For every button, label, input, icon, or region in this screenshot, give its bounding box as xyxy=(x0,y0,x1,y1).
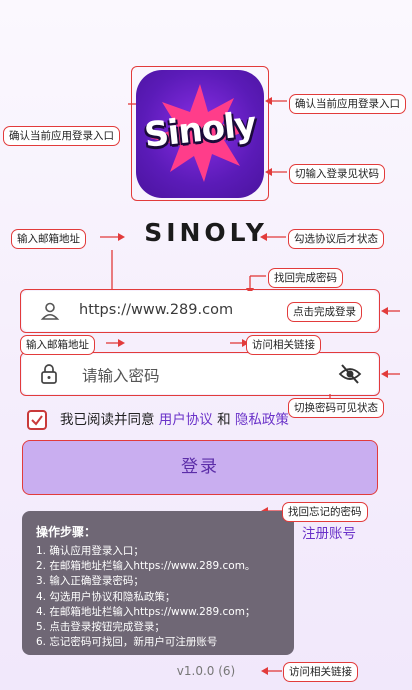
agree-and: 和 xyxy=(217,412,231,428)
privacy-policy-link[interactable]: 隐私政策 xyxy=(235,412,289,428)
annotation-visit-link-bottom: 访问相关链接 xyxy=(283,662,358,682)
password-field-highlight xyxy=(20,352,380,396)
annotation-find-complete-password: 找回完成密码 xyxy=(268,268,343,288)
check-icon xyxy=(31,415,43,426)
annotation-click-complete-login: 点击完成登录 xyxy=(287,302,362,322)
register-link[interactable]: 注册账号 xyxy=(302,522,356,542)
agreement-checkbox[interactable] xyxy=(27,410,47,430)
instruction-step: 1. 确认应用登录入口； xyxy=(36,545,144,557)
instructions-panel: 操作步骤： 1. 确认应用登录入口； 2. 在邮箱地址栏输入https://ww… xyxy=(22,511,294,655)
annotation-find-forgotten-password: 找回忘记的密码 xyxy=(282,502,368,522)
agreement-text: 我已阅读并同意 用户协议 和 隐私政策 xyxy=(60,408,289,428)
agree-prefix: 我已阅读并同意 xyxy=(60,412,155,428)
user-agreement-link[interactable]: 用户协议 xyxy=(159,412,213,428)
instructions-title: 操作步骤： xyxy=(36,525,97,539)
login-button[interactable]: 登录 xyxy=(22,440,378,495)
annotation-confirm-entry-right: 确认当前应用登录入口 xyxy=(289,94,406,114)
app-logo: Sinoly xyxy=(136,70,264,198)
annotation-toggle-password-visible: 切换密码可见状态 xyxy=(288,398,384,418)
annotation-confirm-entry-left: 确认当前应用登录入口 xyxy=(3,126,120,146)
annotation-enter-email-top: 输入邮箱地址 xyxy=(11,229,86,249)
instruction-step: 4. 勾选用户协议和隐私政策； xyxy=(36,590,176,603)
instruction-step: 4. 在邮箱地址栏输入https://www.289.com； xyxy=(36,605,256,618)
instruction-step: 5. 点击登录按钮完成登录； xyxy=(36,621,165,634)
instruction-step: 3. 输入正确登录密码； xyxy=(36,575,144,588)
annotation-visit-link-mid: 访问相关链接 xyxy=(246,335,321,355)
annotation-enter-email-mid: 输入邮箱地址 xyxy=(20,335,95,355)
annotation-check-agreement: 勾选协议后才状态 xyxy=(288,229,384,249)
instruction-step: 6. 忘记密码可找回，新用户可注册账号 xyxy=(36,636,218,649)
instruction-step: 2. 在邮箱地址栏输入https://www.289.com。 xyxy=(36,560,256,573)
annotation-cut-login-state: 切输入登录见状码 xyxy=(289,164,385,184)
